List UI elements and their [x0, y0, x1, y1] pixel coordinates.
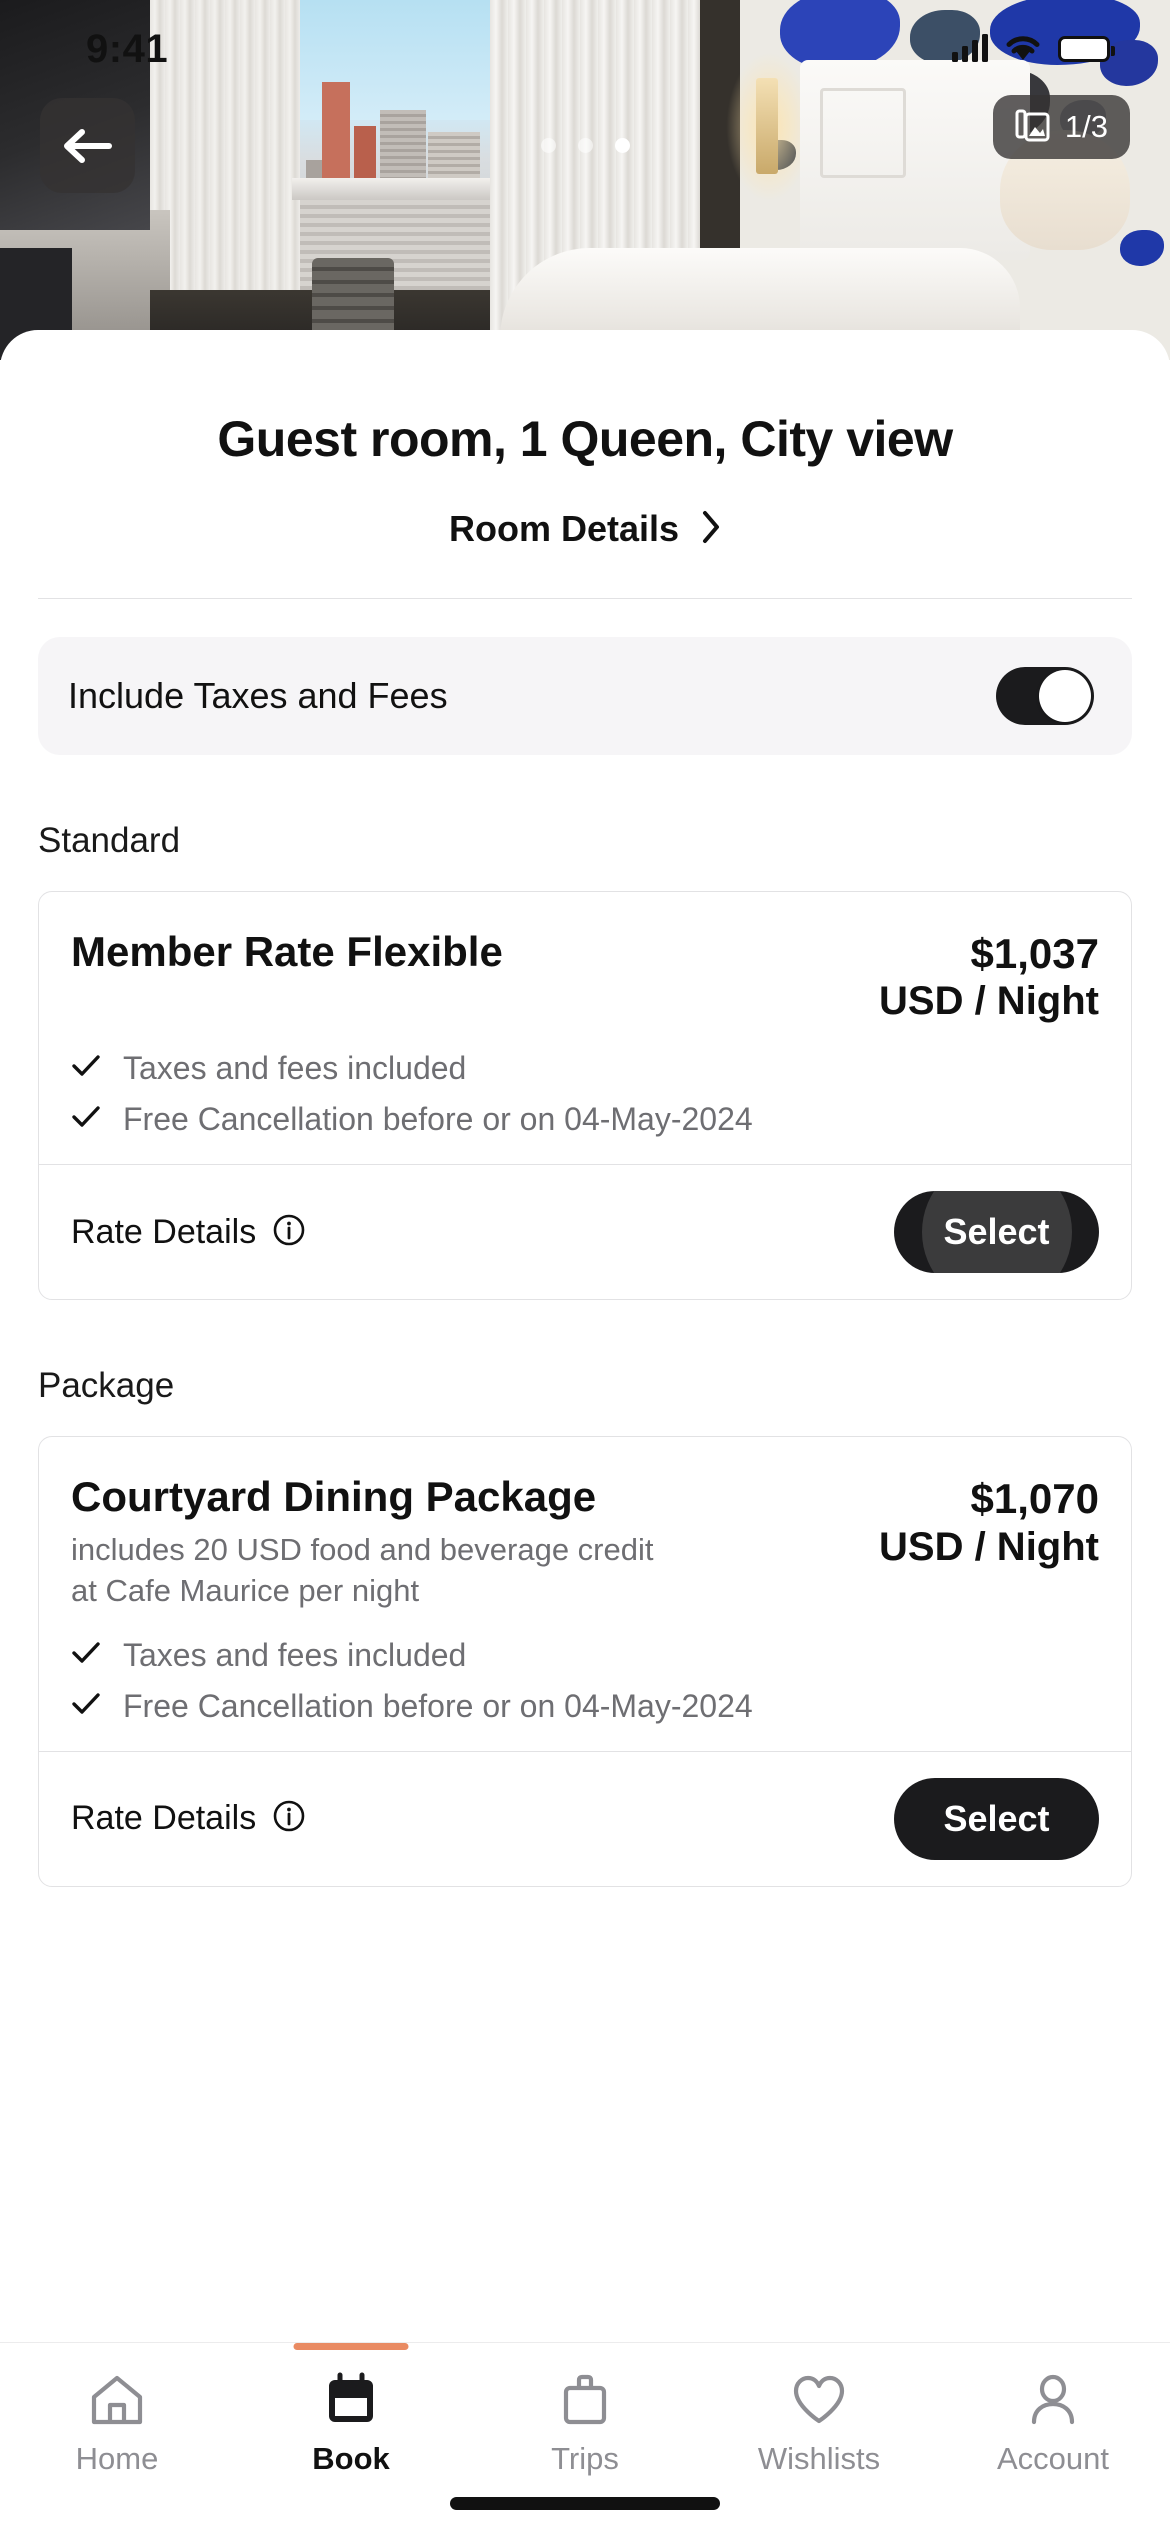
select-button[interactable]: Select	[894, 1191, 1099, 1274]
check-icon	[71, 1104, 101, 1135]
rate-details-link[interactable]: Rate Details	[71, 1213, 306, 1252]
tab-account[interactable]: Account	[936, 2343, 1170, 2477]
active-tab-indicator	[293, 2343, 409, 2350]
tab-home[interactable]: Home	[0, 2343, 234, 2477]
tab-book[interactable]: Book	[234, 2343, 468, 2477]
check-icon	[71, 1053, 101, 1084]
battery-icon	[1058, 36, 1115, 62]
tab-wishlists[interactable]: Wishlists	[702, 2343, 936, 2477]
status-bar: 9:41	[0, 0, 1170, 100]
rate-details-label: Rate Details	[71, 1799, 257, 1838]
rate-card-footer: Rate Details Select	[39, 1750, 1131, 1886]
carousel-dot-3[interactable]	[614, 138, 630, 153]
rate-name: Courtyard Dining Package	[71, 1473, 597, 1521]
carousel-dots[interactable]	[0, 138, 1170, 153]
calendar-icon	[322, 2369, 380, 2431]
rate-perk: Free Cancellation before or on 04-May-20…	[71, 1101, 1099, 1138]
info-circle-icon[interactable]	[272, 1213, 306, 1252]
room-details-link[interactable]: Room Details	[0, 508, 1170, 550]
include-taxes-toggle[interactable]	[996, 667, 1094, 725]
rate-details-link[interactable]: Rate Details	[71, 1799, 306, 1838]
section-label-package: Package	[38, 1366, 175, 1406]
page-title: Guest room, 1 Queen, City view	[217, 411, 953, 467]
header-divider	[38, 598, 1132, 599]
select-button-label: Select	[943, 1797, 1050, 1839]
rate-perks: Taxes and fees included Free Cancellatio…	[71, 1637, 1099, 1725]
carousel-dot-2[interactable]	[577, 138, 593, 153]
home-indicator	[450, 2497, 720, 2510]
select-button-label: Select	[943, 1211, 1050, 1253]
rate-perk-label: Free Cancellation before or on 04-May-20…	[123, 1687, 753, 1724]
rate-details-label: Rate Details	[71, 1212, 257, 1251]
check-icon	[71, 1640, 101, 1671]
check-icon	[71, 1691, 101, 1722]
rate-perk: Taxes and fees included	[71, 1637, 1099, 1674]
home-icon	[88, 2369, 146, 2431]
tab-label: Home	[75, 2441, 159, 2476]
section-label-standard: Standard	[38, 821, 181, 860]
select-button[interactable]: Select	[894, 1777, 1099, 1860]
rate-price-unit: USD / Night	[879, 1524, 1099, 1569]
status-time: 9:41	[86, 27, 169, 71]
rate-card: Courtyard Dining Package includes 20 USD…	[38, 1436, 1132, 1887]
tab-label: Account	[996, 2441, 1109, 2476]
briefcase-icon	[556, 2369, 614, 2431]
rate-perk-label: Free Cancellation before or on 04-May-20…	[123, 1101, 753, 1138]
rate-price-unit: USD / Night	[879, 979, 1099, 1024]
rate-card-footer: Rate Details Select	[39, 1164, 1131, 1299]
rate-perks: Taxes and fees included Free Cancellatio…	[71, 1050, 1099, 1138]
heart-icon	[790, 2369, 848, 2431]
wifi-icon	[1004, 32, 1042, 62]
tab-label: Wishlists	[757, 2441, 881, 2476]
room-detail-sheet: Guest room, 1 Queen, City view Room Deta…	[0, 330, 1170, 2532]
toggle-knob	[1039, 670, 1091, 722]
include-taxes-label: Include Taxes and Fees	[68, 675, 448, 716]
rate-name: Member Rate Flexible	[71, 928, 503, 975]
rate-price: $1,070	[970, 1475, 1099, 1523]
rate-description: includes 20 USD food and beverage credit…	[71, 1532, 654, 1608]
rate-perk-label: Taxes and fees included	[123, 1636, 467, 1673]
rate-perk: Free Cancellation before or on 04-May-20…	[71, 1688, 1099, 1725]
person-icon	[1024, 2369, 1082, 2431]
rate-perk-label: Taxes and fees included	[123, 1050, 467, 1087]
info-circle-icon[interactable]	[272, 1799, 306, 1838]
carousel-dot-1[interactable]	[540, 138, 556, 153]
cellular-signal-icon	[952, 32, 988, 62]
tab-label: Trips	[551, 2441, 619, 2476]
include-taxes-row[interactable]: Include Taxes and Fees	[38, 637, 1132, 755]
room-details-label: Room Details	[448, 508, 680, 549]
rate-price: $1,037	[970, 930, 1099, 977]
tab-trips[interactable]: Trips	[468, 2343, 702, 2477]
chevron-right-icon	[701, 510, 721, 549]
tab-label: Book	[312, 2441, 390, 2476]
rate-card: Member Rate Flexible $1,037 USD / Night …	[38, 891, 1132, 1301]
rate-perk: Taxes and fees included	[71, 1050, 1099, 1087]
